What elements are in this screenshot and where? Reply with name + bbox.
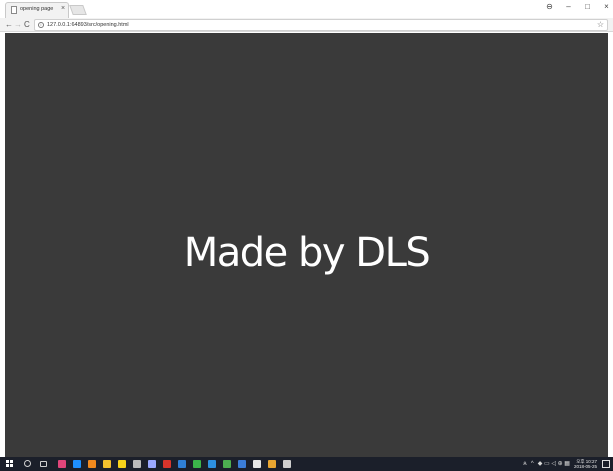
account-icon[interactable]: ⊖ xyxy=(545,2,554,12)
minimize-button[interactable]: – xyxy=(564,2,573,12)
back-button[interactable]: ← xyxy=(5,19,13,31)
taskbar-app-chrome-active-icon[interactable] xyxy=(268,460,276,468)
close-tab-icon[interactable]: × xyxy=(61,5,65,12)
task-view-icon[interactable] xyxy=(40,461,47,467)
url-text[interactable]: 127.0.0.1:64893/src/opening.html xyxy=(47,22,129,28)
taskbar-app-green-icon[interactable] xyxy=(193,460,201,468)
taskbar-app-explorer-icon[interactable] xyxy=(103,460,111,468)
page-icon xyxy=(11,6,17,14)
clock[interactable]: 오후 10:27 2018-05-25 xyxy=(574,459,597,469)
restore-button[interactable]: □ xyxy=(583,2,592,12)
bookmark-star-icon[interactable]: ☆ xyxy=(597,20,604,30)
tray-status-icons[interactable]: ◆ ▭ ◁ ⊕ ▦ xyxy=(538,459,570,469)
system-tray: ጰ ^ ◆ ▭ ◁ ⊕ ▦ 오후 10:27 2018-05-25 xyxy=(523,459,597,469)
page-viewport: Made by DLS xyxy=(5,33,608,457)
search-icon[interactable] xyxy=(24,460,31,467)
clock-date: 2018-05-25 xyxy=(573,464,597,469)
chevron-up-icon[interactable]: ^ xyxy=(531,459,534,469)
browser-toolbar: ← → C i 127.0.0.1:64893/src/opening.html… xyxy=(0,18,613,32)
new-tab-button[interactable] xyxy=(69,5,87,15)
page-headline: Made by DLS xyxy=(183,230,431,276)
people-icon[interactable]: ጰ xyxy=(523,459,527,469)
forward-button[interactable]: → xyxy=(14,19,22,31)
taskbar-app-edge-icon[interactable] xyxy=(73,460,81,468)
windows-start-icon[interactable] xyxy=(6,460,14,468)
taskbar-app-blue-globe-icon[interactable] xyxy=(208,460,216,468)
taskbar-app-filezilla-icon[interactable] xyxy=(163,460,171,468)
taskbar-app-pin-icon[interactable] xyxy=(133,460,141,468)
taskbar-app-pen-icon[interactable] xyxy=(58,460,66,468)
tab-strip: opening page × ⊖ – □ × xyxy=(0,0,613,18)
window-controls: ⊖ – □ × xyxy=(545,2,611,12)
taskbar-app-orange-icon[interactable] xyxy=(88,460,96,468)
taskbar-app-square-blue-icon[interactable] xyxy=(238,460,246,468)
tab-title: opening page xyxy=(20,6,54,12)
info-icon[interactable]: i xyxy=(38,22,44,28)
notification-icon[interactable] xyxy=(602,460,610,468)
taskbar-app-bulb-icon[interactable] xyxy=(148,460,156,468)
taskbar-app-yellow-icon[interactable] xyxy=(118,460,126,468)
address-bar[interactable]: i 127.0.0.1:64893/src/opening.html ☆ xyxy=(34,19,608,31)
taskbar-app-chrome-icon[interactable] xyxy=(223,460,231,468)
close-window-button[interactable]: × xyxy=(602,2,611,12)
reload-button[interactable]: C xyxy=(24,19,30,31)
taskbar-app-vs-icon[interactable] xyxy=(178,460,186,468)
taskbar-app-white-doc-icon[interactable] xyxy=(253,460,261,468)
windows-taskbar: ጰ ^ ◆ ▭ ◁ ⊕ ▦ 오후 10:27 2018-05-25 xyxy=(0,457,613,471)
taskbar-app-paint-icon[interactable] xyxy=(283,460,291,468)
tab-opening-page[interactable]: opening page × xyxy=(5,2,69,18)
